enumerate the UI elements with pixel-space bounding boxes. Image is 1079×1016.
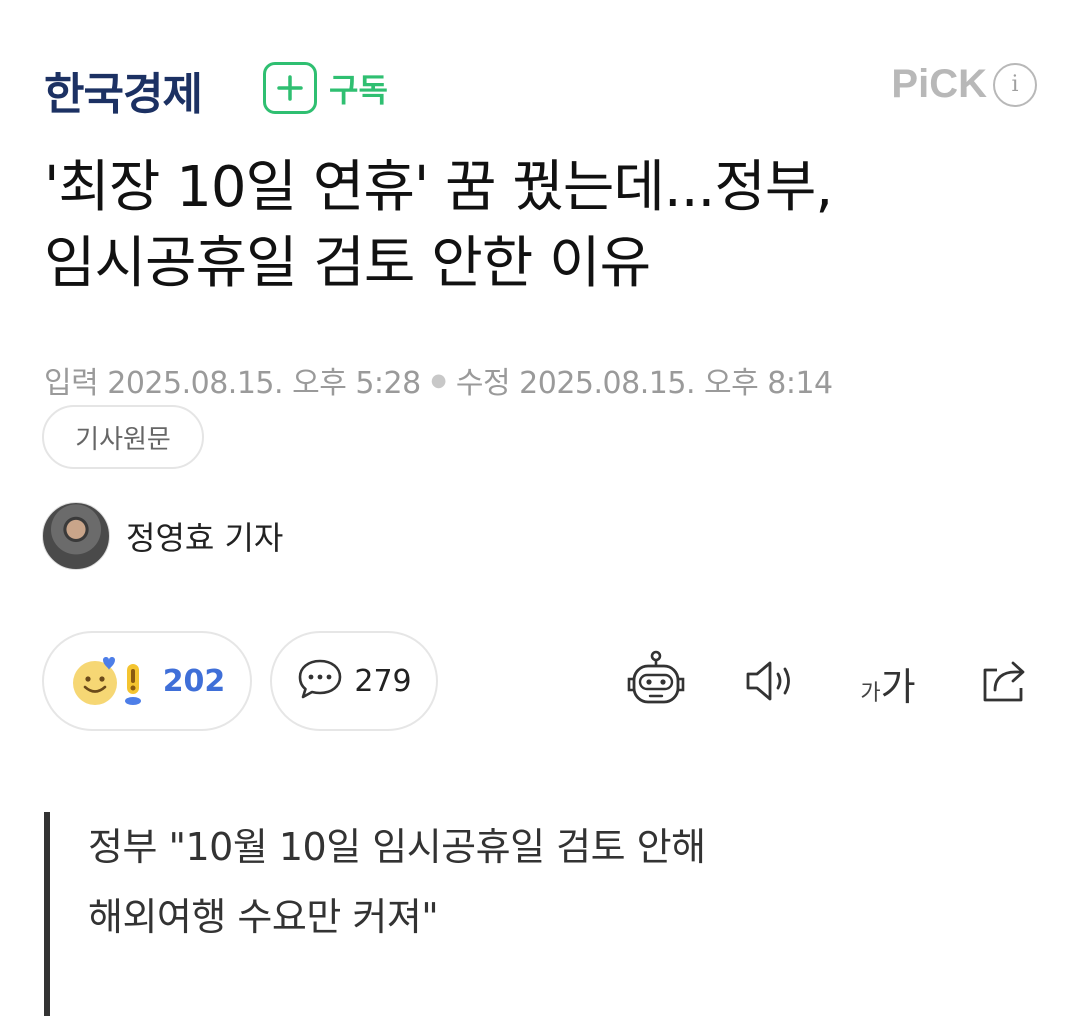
input-label: 입력 <box>44 366 99 401</box>
font-small-label: 가 <box>860 680 881 706</box>
info-icon[interactable]: i <box>993 62 1037 107</box>
font-size-icon: 가가 <box>860 656 915 711</box>
font-big-label: 가 <box>880 664 916 709</box>
subscribe-label: 구독 <box>329 71 388 109</box>
subscribe-button[interactable]: 구독 <box>263 62 388 114</box>
share-button[interactable] <box>972 648 1036 718</box>
speaker-icon <box>742 657 798 709</box>
title-line-2: 임시공휴일 검토 안한 이유 <box>44 231 651 296</box>
pick-label: PiCK <box>891 62 987 106</box>
author-avatar <box>42 502 110 570</box>
comment-count: 279 <box>354 663 412 699</box>
input-date: 2025.08.15. 오후 5:28 <box>107 366 421 401</box>
reaction-button[interactable]: 202 <box>42 631 252 731</box>
article-subtitle: 정부 "10월 10일 임시공휴일 검토 안해 해외여행 수요만 커져" <box>44 812 1044 1016</box>
press-logo[interactable]: 한국경제 <box>44 58 203 122</box>
author-name: 정영효 기자 <box>126 519 284 557</box>
plus-icon <box>263 62 317 114</box>
comment-button[interactable]: 279 <box>270 631 438 731</box>
robot-icon <box>624 649 688 717</box>
smile-reaction-icon <box>69 654 151 708</box>
font-size-button[interactable]: 가가 <box>852 648 924 718</box>
share-icon <box>977 656 1031 710</box>
original-article-button[interactable]: 기사원문 <box>42 405 204 469</box>
title-line-1: '최장 10일 연휴' 꿈 꿨는데...정부, <box>44 155 833 220</box>
separator-dot: ● <box>430 369 447 391</box>
pick-badge: PiCK i <box>891 62 1037 107</box>
speech-bubble-icon <box>296 657 344 705</box>
tts-button[interactable] <box>740 648 800 718</box>
modified-label: 수정 <box>455 366 511 401</box>
subtitle-line-1: 정부 "10월 10일 임시공휴일 검토 안해 <box>88 825 706 869</box>
article-title: '최장 10일 연휴' 꿈 꿨는데...정부, 임시공휴일 검토 안한 이유 <box>44 150 1044 302</box>
summary-button[interactable] <box>620 648 692 718</box>
subtitle-line-2: 해외여행 수요만 커져" <box>88 895 439 939</box>
reaction-count: 202 <box>162 663 226 699</box>
author-info[interactable]: 정영효 기자 <box>42 502 283 570</box>
article-dates: 입력 2025.08.15. 오후 5:28 ● 수정 2025.08.15. … <box>44 358 833 402</box>
article-header: 한국경제 구독 PiCK i <box>0 0 1079 175</box>
modified-date: 2025.08.15. 오후 8:14 <box>519 366 833 401</box>
